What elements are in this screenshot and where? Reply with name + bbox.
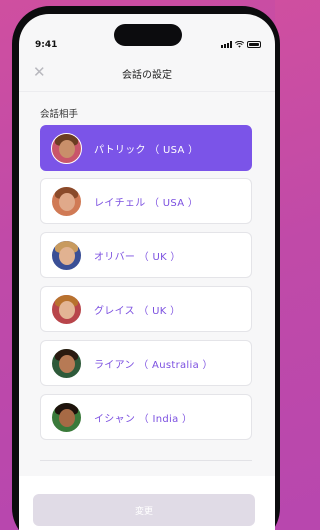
partner-item[interactable]: パトリック （ USA ） [40, 125, 252, 171]
avatar [51, 293, 82, 325]
partner-item[interactable]: ライアン （ Australia ） [40, 340, 252, 386]
status-bar: 9:41 [19, 14, 275, 58]
header: ✕ 会話の設定 [19, 58, 275, 92]
dynamic-island [114, 24, 182, 46]
partner-item[interactable]: グレイス （ UK ） [40, 286, 252, 332]
footer: 変更 [19, 476, 275, 530]
avatar [51, 132, 82, 164]
wifi-icon [235, 41, 244, 48]
page-title: 会話の設定 [122, 70, 172, 81]
avatar [51, 347, 82, 379]
partner-name: レイチェル （ USA ） [94, 197, 199, 209]
partner-item[interactable]: イシャン （ India ） [40, 394, 252, 440]
divider [40, 460, 252, 461]
partner-name: グレイス （ UK ） [94, 305, 181, 317]
signal-icon [221, 41, 232, 48]
status-icons [221, 41, 261, 48]
avatar [51, 239, 82, 271]
partner-item[interactable]: レイチェル （ USA ） [40, 178, 252, 224]
partner-name: オリバー （ UK ） [94, 251, 181, 263]
section-label: 会話相手 [40, 109, 79, 120]
partner-item[interactable]: オリバー （ UK ） [40, 232, 252, 278]
partner-name: パトリック （ USA ） [94, 144, 199, 156]
change-button[interactable]: 変更 [33, 494, 255, 526]
partner-name: ライアン （ Australia ） [94, 359, 213, 371]
partner-name: イシャン （ India ） [94, 413, 193, 425]
avatar [51, 401, 82, 433]
status-time: 9:41 [35, 40, 58, 50]
avatar [51, 185, 82, 217]
app-screen: 9:41 ✕ 会話の設定 会話相手 パトリック （ USA ） レイチェル （ U… [19, 14, 275, 530]
battery-icon [247, 41, 261, 48]
